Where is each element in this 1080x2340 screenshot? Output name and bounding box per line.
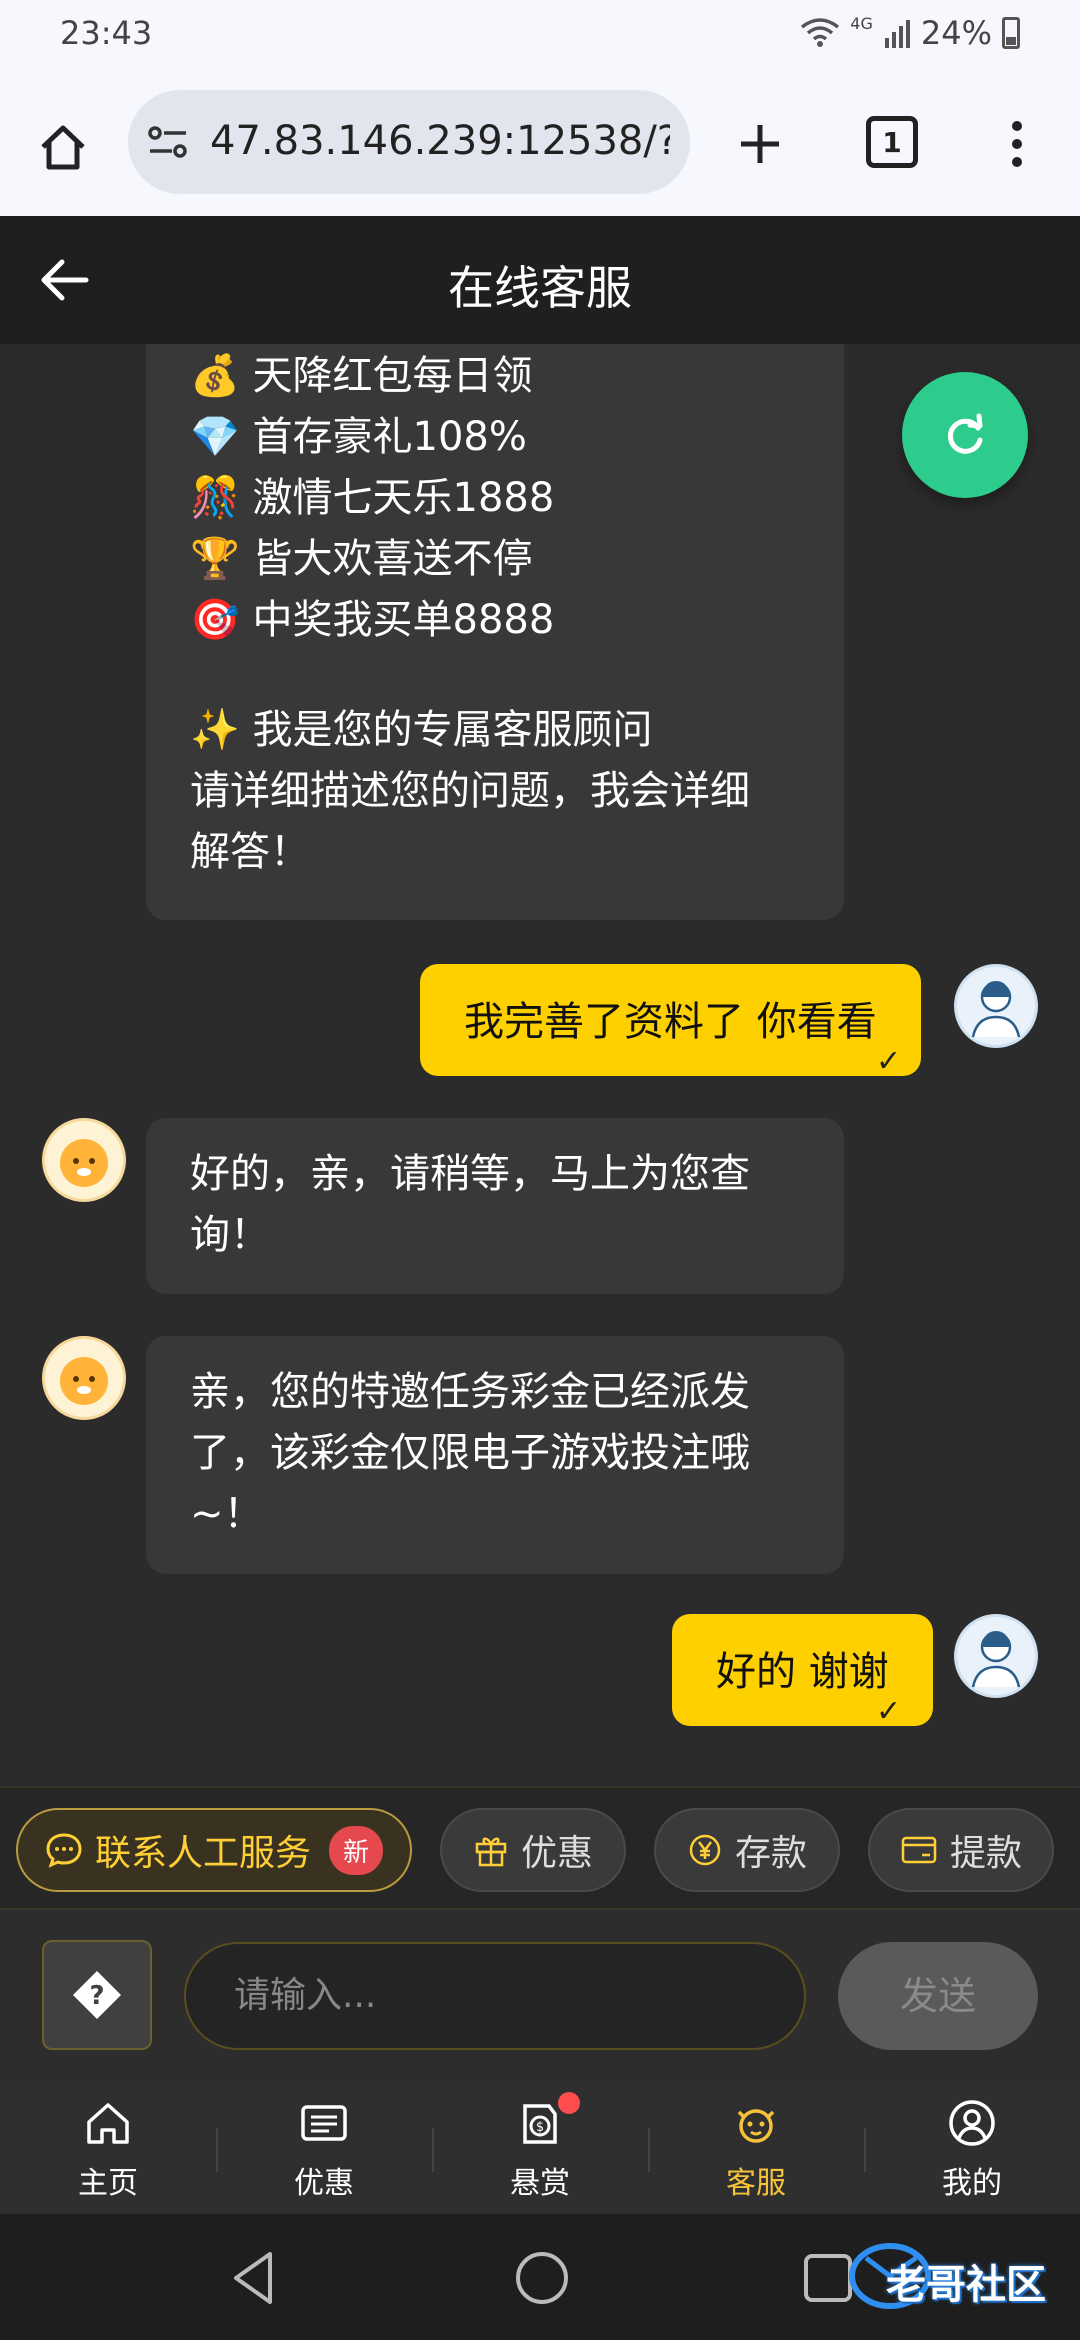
refresh-button[interactable] [902, 372, 1028, 498]
page-title: 在线客服 [448, 261, 632, 315]
status-time: 23:43 [60, 14, 153, 52]
message-input[interactable]: 请输入... [184, 1942, 806, 2050]
svg-text:?: ? [89, 1981, 104, 2011]
page-header: 在线客服 [0, 216, 1080, 344]
deposit-button[interactable]: 存款 [654, 1808, 840, 1892]
send-button[interactable]: 发送 [838, 1942, 1038, 2050]
refresh-icon [947, 413, 983, 454]
bot-avatar [42, 1118, 126, 1202]
signal-icon [884, 20, 910, 48]
message-line: 🎊 激情七天乐1888 [190, 475, 555, 521]
wifi-icon [801, 18, 840, 47]
contact-human-label: 联系人工服务 [94, 1833, 311, 1874]
faq-button[interactable]: ? [42, 1940, 152, 2050]
yen-coin-icon [689, 1834, 721, 1866]
bot-message: 💰 天降红包每日领 💎 首存豪礼108% 🎊 激情七天乐1888 🏆 皆大欢喜送… [146, 344, 844, 920]
nav-mine-label: 我的 [942, 2166, 1002, 2201]
bot-avatar [42, 1336, 126, 1420]
bottom-nav: 主页 优惠 $ 悬赏 客服 我的 [0, 2082, 1080, 2214]
bot-message: 好的，亲，请稍等，马上为您查询！ [146, 1118, 844, 1294]
message-line: 🎯 中奖我买单8888 [190, 597, 555, 643]
status-bar: 23:43 4G 24% [0, 0, 1080, 70]
message-line: ✨ 我是您的专属客服顾问 [190, 707, 653, 753]
address-bar[interactable]: 47.83.146.239:12538/? [128, 90, 690, 194]
new-badge: 新 [329, 1825, 384, 1875]
status-icons: 4G 24% [800, 14, 1020, 52]
watermark-text: 老哥社区 [886, 2262, 1046, 2308]
message-text: 我完善了资料了 你看看 [464, 999, 877, 1045]
home-icon [87, 2103, 129, 2144]
user-profile-icon [949, 2100, 995, 2146]
message-line: 💎 首存豪礼108% [190, 414, 527, 460]
user-avatar [954, 1614, 1038, 1698]
card-icon [901, 1836, 937, 1864]
nav-reward[interactable]: $ 悬赏 [432, 2082, 648, 2214]
promo-button[interactable]: 优惠 [440, 1808, 626, 1892]
bot-message: 亲，您的特邀任务彩金已经派发了，该彩金仅限电子游戏投注哦~！ [146, 1336, 844, 1574]
message-line: 请详细描述您的问题，我会详细 [190, 768, 750, 814]
list-card-icon [301, 2105, 347, 2141]
svg-text:$: $ [536, 2120, 544, 2135]
browser-toolbar: 47.83.146.239:12538/? 1 [0, 70, 1080, 216]
notification-dot [558, 2092, 580, 2114]
promo-label: 优惠 [520, 1833, 593, 1874]
chat-bubble-icon [46, 1833, 82, 1868]
nav-reward-label: 悬赏 [510, 2166, 570, 2201]
chat-area[interactable]: 💰 天降红包每日领 💎 首存豪礼108% 🎊 激情七天乐1888 🏆 皆大欢喜送… [0, 344, 1080, 1786]
message-text: 好的，亲，请稍等，马上为您查询！ [190, 1151, 750, 1258]
read-check-icon: ✓ [876, 1694, 902, 1729]
new-tab-icon[interactable] [730, 114, 790, 174]
home-icon[interactable] [30, 114, 96, 180]
nav-service[interactable]: 客服 [648, 2082, 864, 2214]
read-check-icon: ✓ [876, 1044, 902, 1079]
user-avatar [954, 964, 1038, 1048]
more-menu-icon[interactable] [1000, 114, 1034, 174]
home-circle-icon[interactable] [512, 2248, 572, 2308]
gift-icon [475, 1837, 507, 1867]
message-text: 好的 谢谢 [716, 1649, 889, 1695]
site-settings-icon[interactable] [146, 122, 190, 162]
message-line: 💰 天降红包每日领 [190, 353, 533, 399]
battery-icon [1002, 17, 1020, 49]
network-type: 4G [850, 13, 873, 33]
system-nav-bar: 老哥社区 [0, 2214, 1080, 2340]
nav-home[interactable]: 主页 [0, 2082, 216, 2214]
watermark-logo: 老哥社区 [846, 2238, 1066, 2314]
mascot-service-icon [737, 2109, 775, 2143]
url-text: 47.83.146.239:12538/? [210, 118, 670, 164]
contact-human-button[interactable]: 联系人工服务 新 [16, 1808, 412, 1892]
question-diamond-icon: ? [73, 1971, 121, 2019]
nav-service-label: 客服 [726, 2166, 786, 2201]
tab-switcher-button[interactable]: 1 [866, 116, 918, 168]
nav-mine[interactable]: 我的 [864, 2082, 1080, 2214]
tab-count: 1 [882, 125, 902, 159]
input-bar: ? 请输入... 发送 [0, 1910, 1080, 2082]
withdraw-button[interactable]: 提款 [868, 1808, 1054, 1892]
back-triangle-icon[interactable] [226, 2248, 282, 2308]
message-line: 解答！ [190, 829, 310, 875]
message-text: 亲，您的特邀任务彩金已经派发了，该彩金仅限电子游戏投注哦~！ [190, 1369, 750, 1537]
user-message: 我完善了资料了 你看看 [420, 964, 921, 1076]
battery-percent: 24% [920, 14, 992, 52]
nav-home-label: 主页 [78, 2166, 138, 2201]
nav-promo[interactable]: 优惠 [216, 2082, 432, 2214]
message-line: 🏆 皆大欢喜送不停 [190, 536, 533, 582]
withdraw-label: 提款 [949, 1833, 1022, 1874]
nav-promo-label: 优惠 [294, 2166, 354, 2201]
deposit-label: 存款 [734, 1833, 807, 1874]
quick-actions-bar: 联系人工服务 新 优惠 存款 提款 [0, 1786, 1080, 1910]
